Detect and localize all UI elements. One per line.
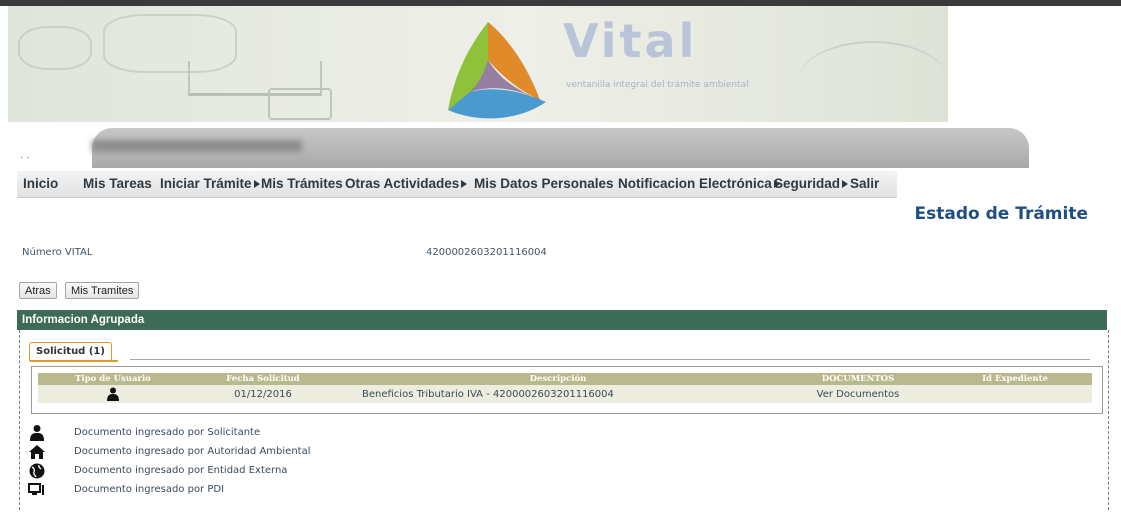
column-header-tipo-usuario: Tipo de Usuario [38,373,188,385]
vital-logo-icon [448,22,546,119]
legend-item: Documento ingresado por PDI [20,481,420,499]
section-header: Informacion Agrupada [17,310,1107,330]
requests-table: Tipo de Usuario Fecha Solicitud Descripc… [38,373,1092,403]
menu-item-salir[interactable]: Salir [850,171,879,197]
column-header-descripcion: Descripción [338,373,778,385]
user-info-bar [92,128,1029,168]
header-banner: Vital ventanilla integral del trámite am… [8,6,948,122]
menu-item-mis-datos-personales[interactable]: Mis Datos Personales [474,171,614,197]
menu-item-label: Inicio [23,176,59,191]
submenu-arrow-icon [842,180,849,189]
page-title: Estado de Trámite [914,204,1089,224]
back-button[interactable]: Atras [19,282,57,299]
cell-user-type [38,385,188,403]
user-info-placeholder: . . [20,150,30,161]
menu-item-label: Salir [850,176,880,191]
vital-logo-tagline: ventanilla integral del trámite ambienta… [566,80,749,90]
cell-descripcion: Beneficios Tributario IVA - 420000260320… [338,385,778,403]
numero-vital-value: 4200002603201116004 [426,247,547,258]
banner-sketch-decoration [18,26,92,70]
cell-id-expediente [938,385,1092,403]
menu-item-inicio[interactable]: Inicio [23,171,58,197]
legend-text: Documento ingresado por PDI [74,484,225,495]
legend-item: Documento ingresado por Entidad Externa [20,462,420,480]
menu-item-notificacion-electronica[interactable]: Notificacion Electrónica [618,171,780,197]
tab-active-indicator [30,360,118,362]
menu-item-mis-tareas[interactable]: Mis Tareas [83,171,152,197]
requests-table-container: Tipo de Usuario Fecha Solicitud Descripc… [31,366,1103,414]
vital-logo-text: Vital [563,14,698,68]
computer-icon [28,483,44,495]
submenu-arrow-icon [253,180,260,189]
column-header-fecha-solicitud: Fecha Solicitud [188,373,338,385]
tab-solicitud[interactable]: Solicitud (1) [29,342,112,361]
tab-strip-line [130,359,1090,360]
redacted-user-info [92,140,302,152]
column-header-id-expediente: Id Expediente [938,373,1092,385]
menu-item-label: Mis Datos Personales [474,176,614,191]
legend-text: Documento ingresado por Solicitante [74,427,261,438]
menu-item-iniciar-tramite[interactable]: Iniciar Trámite [160,171,260,197]
menu-item-label: Mis Tareas [83,176,152,191]
menu-item-label: Iniciar Trámite [160,176,252,191]
menu-item-otras-actividades[interactable]: Otras Actividades [345,171,468,197]
legend-text: Documento ingresado por Autoridad Ambien… [74,446,311,457]
menu-item-label: Seguridad [774,176,841,191]
cell-fecha-solicitud: 01/12/2016 [188,385,338,403]
legend-item: Documento ingresado por Autoridad Ambien… [20,443,420,461]
menu-item-label: Mis Trámites [261,176,343,191]
menu-item-mis-tramites[interactable]: Mis Trámites [261,171,343,197]
table-row: 01/12/2016 Beneficios Tributario IVA - 4… [38,385,1092,403]
menu-item-seguridad[interactable]: Seguridad [774,171,849,197]
mis-tramites-button[interactable]: Mis Tramites [65,282,140,299]
truck-illustration [268,88,332,120]
table-header-row: Tipo de Usuario Fecha Solicitud Descripc… [38,373,1092,385]
menu-item-label: Otras Actividades [345,176,460,191]
globe-icon [29,463,45,479]
menu-item-label: Notificacion Electrónica [618,176,772,191]
column-header-documentos: DOCUMENTOS [778,373,938,385]
person-icon [30,425,44,441]
banner-sketch-decoration [798,41,948,121]
submenu-arrow-icon [461,180,468,189]
main-menu-bar: Inicio Mis Tareas Iniciar Trámite Mis Tr… [17,171,897,198]
house-icon [29,445,45,459]
legend-text: Documento ingresado por Entidad Externa [74,465,288,476]
person-icon [107,387,119,401]
ver-documentos-link[interactable]: Ver Documentos [778,385,938,403]
legend-item: Documento ingresado por Solicitante [20,424,420,442]
grouped-info-panel: Solicitud (1) Tipo de Usuario Fecha Soli… [19,330,1109,510]
numero-vital-label: Número VITAL [22,247,93,258]
